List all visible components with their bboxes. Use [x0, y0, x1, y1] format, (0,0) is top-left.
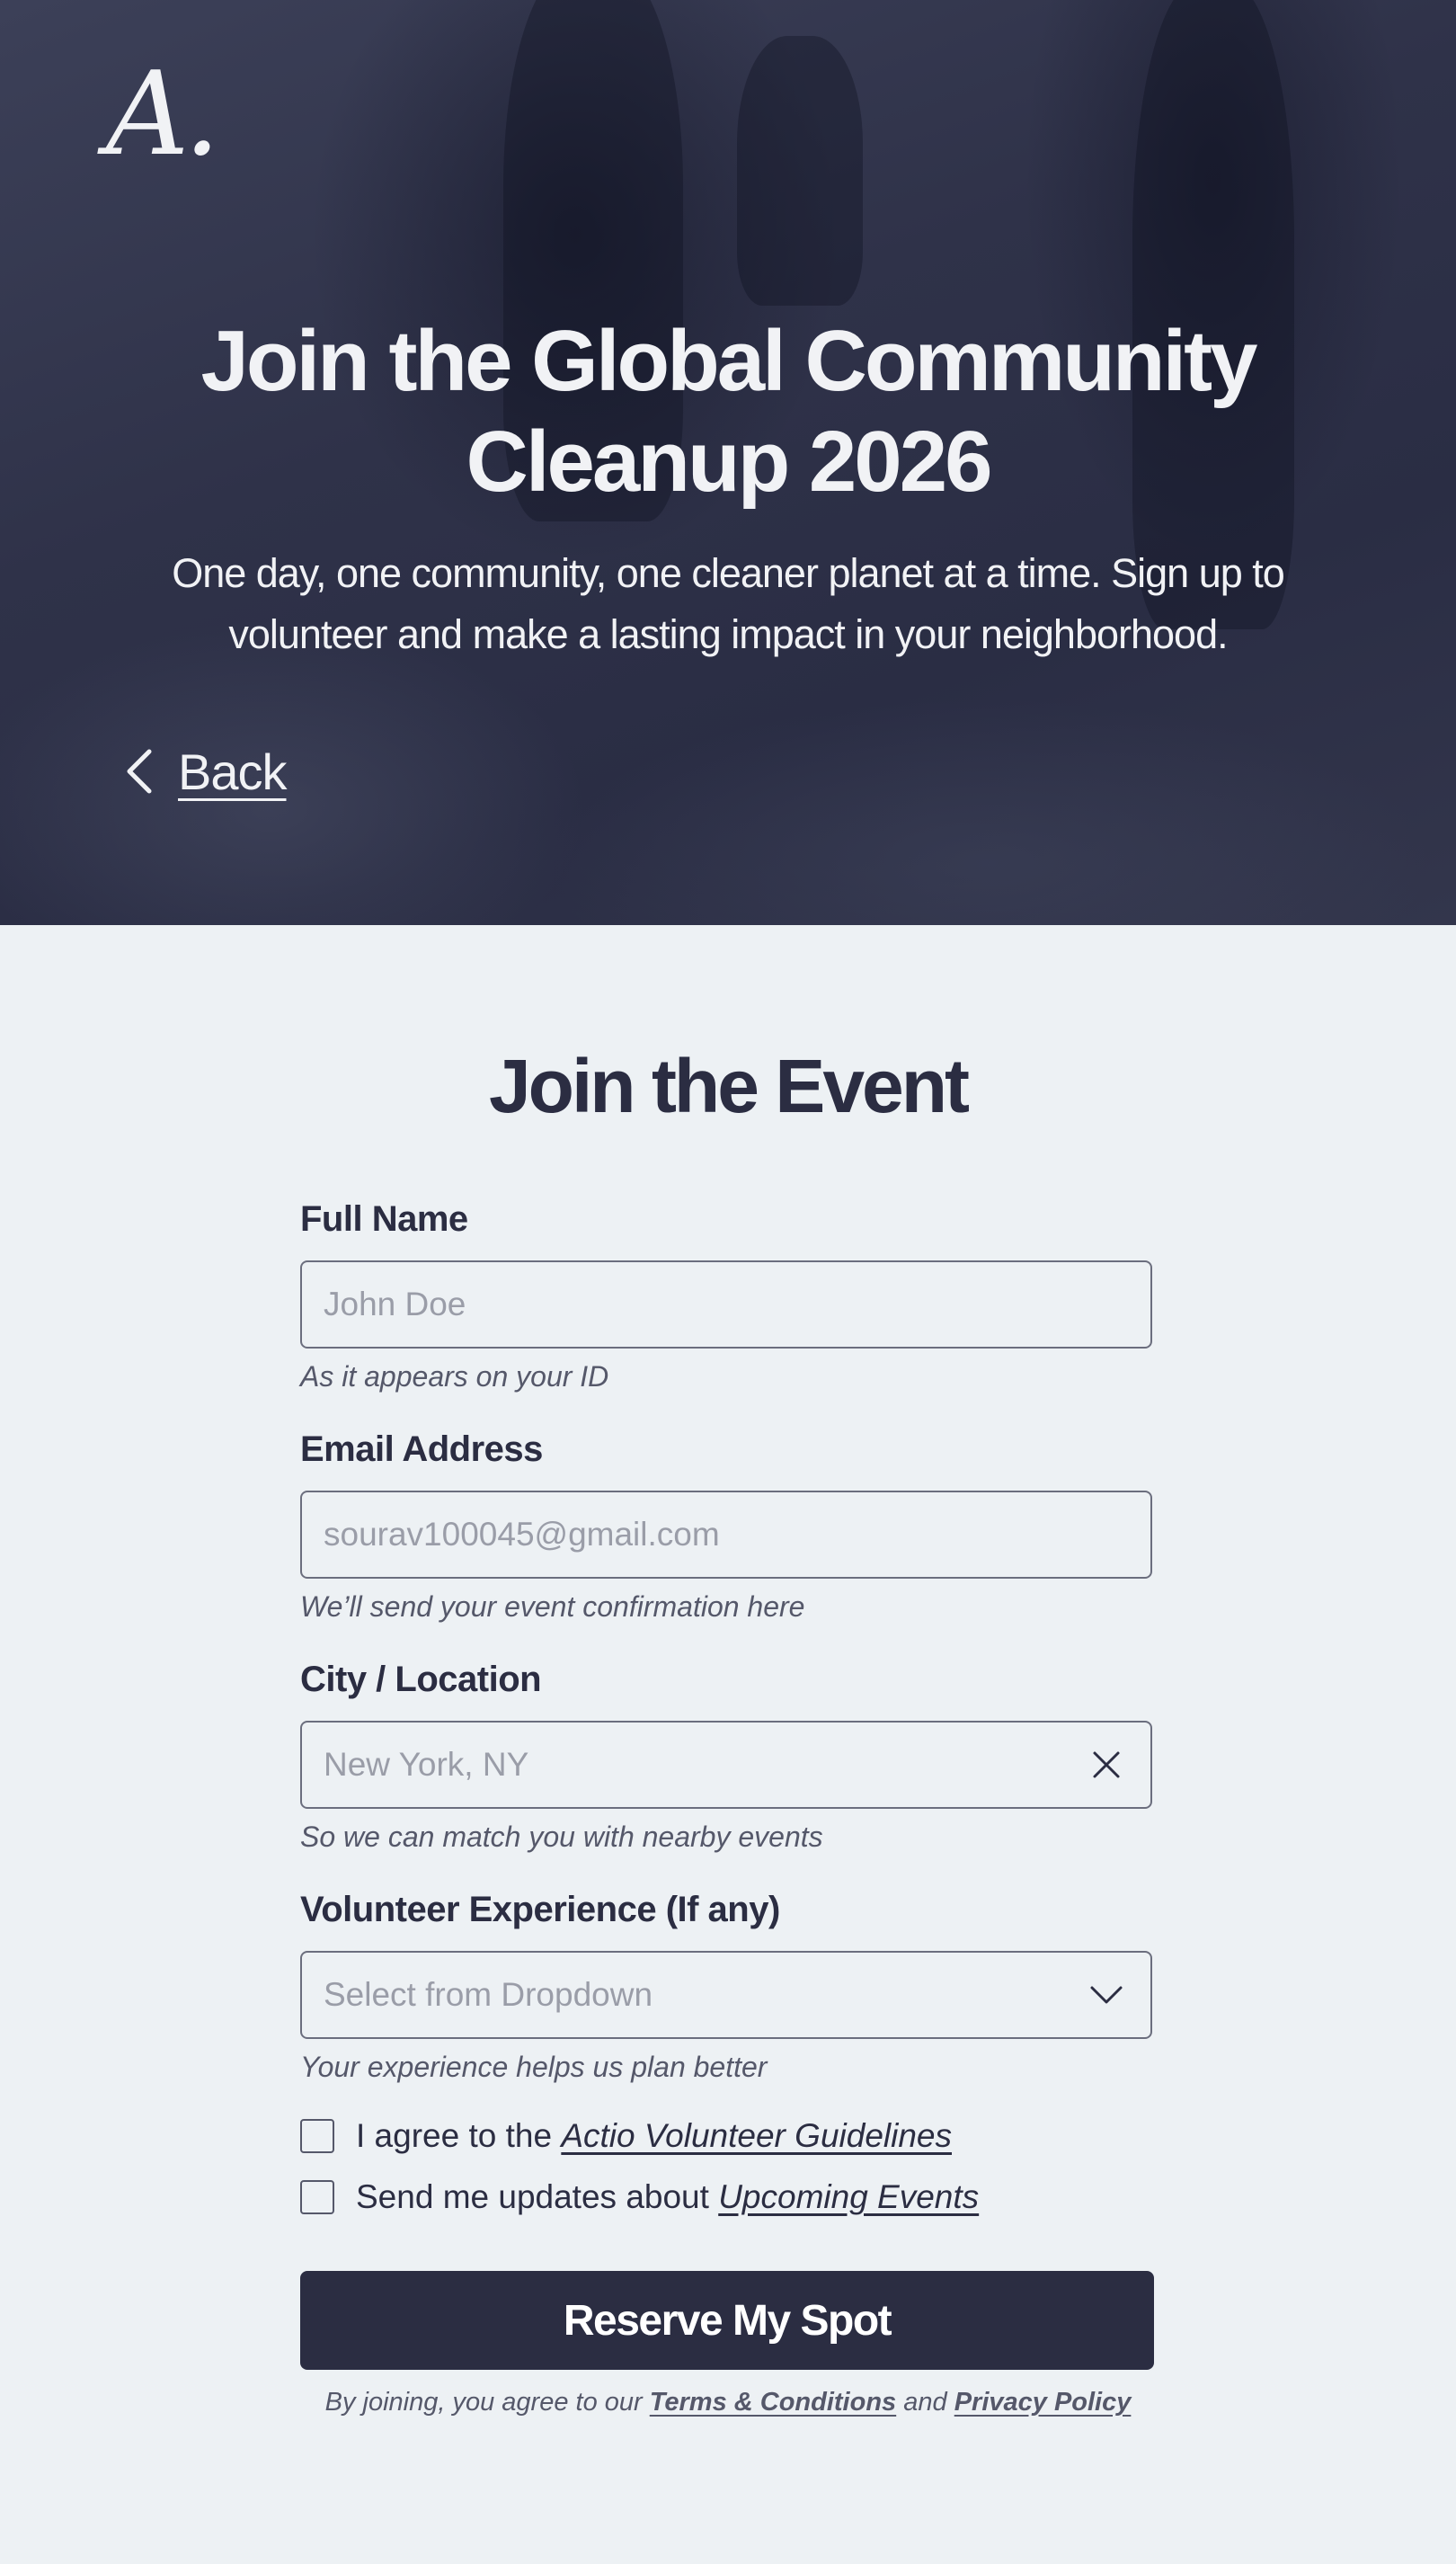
agree-prefix: I agree to the: [356, 2117, 562, 2154]
email-label: Email Address: [300, 1429, 543, 1469]
experience-select[interactable]: Select from Dropdown: [300, 1951, 1152, 2039]
legal-prefix: By joining, you agree to our: [324, 2388, 650, 2417]
reserve-spot-button[interactable]: Reserve My Spot: [300, 2271, 1154, 2370]
full-name-input[interactable]: [302, 1286, 1150, 1323]
experience-selected-value: Select from Dropdown: [324, 1976, 653, 2013]
chevron-left-icon: [127, 749, 152, 794]
clear-icon[interactable]: [1062, 1721, 1150, 1809]
experience-label: Volunteer Experience (If any): [300, 1890, 780, 1929]
upcoming-events-link[interactable]: Upcoming Events: [718, 2178, 979, 2215]
legal-notice: By joining, you agree to our Terms & Con…: [0, 2388, 1456, 2417]
legal-middle: and: [896, 2388, 954, 2417]
updates-prefix: Send me updates about: [356, 2178, 719, 2215]
city-hint: So we can match you with nearby events: [300, 1821, 823, 1853]
experience-hint: Your experience helps us plan better: [300, 2051, 768, 2083]
hero-banner: A. Join the Global Community Cleanup 202…: [0, 0, 1456, 925]
full-name-field-box: [300, 1260, 1152, 1349]
city-input[interactable]: [302, 1746, 1062, 1784]
chevron-down-icon: [1062, 1951, 1150, 2039]
updates-label: Send me updates about Upcoming Events: [356, 2178, 979, 2216]
city-label: City / Location: [300, 1660, 542, 1699]
back-label: Back: [178, 743, 287, 800]
terms-link[interactable]: Terms & Conditions: [650, 2388, 896, 2417]
hero-backdrop-shape: [737, 36, 863, 306]
full-name-hint: As it appears on your ID: [300, 1360, 609, 1393]
updates-checkbox[interactable]: [300, 2180, 334, 2214]
agree-guidelines-label: I agree to the Actio Volunteer Guideline…: [356, 2117, 952, 2155]
guidelines-link[interactable]: Actio Volunteer Guidelines: [561, 2117, 952, 2154]
form-title: Join the Event: [488, 1044, 970, 1128]
hero-subtitle: One day, one community, one cleaner plan…: [172, 550, 1285, 657]
full-name-label: Full Name: [300, 1199, 468, 1239]
agree-guidelines-checkbox[interactable]: [300, 2119, 334, 2153]
email-hint: We’ll send your event confirmation here: [300, 1590, 805, 1623]
privacy-link[interactable]: Privacy Policy: [954, 2388, 1132, 2417]
hero-title: Join the Global Community Cleanup 2026: [200, 313, 1257, 510]
brand-logo[interactable]: A.: [106, 58, 220, 173]
email-field-box: [300, 1491, 1152, 1579]
agree-guidelines-row: I agree to the Actio Volunteer Guideline…: [300, 2117, 952, 2155]
updates-row: Send me updates about Upcoming Events: [300, 2178, 979, 2216]
city-field-box: [300, 1721, 1152, 1809]
back-link[interactable]: Back: [124, 737, 287, 806]
email-input[interactable]: [302, 1516, 1150, 1554]
